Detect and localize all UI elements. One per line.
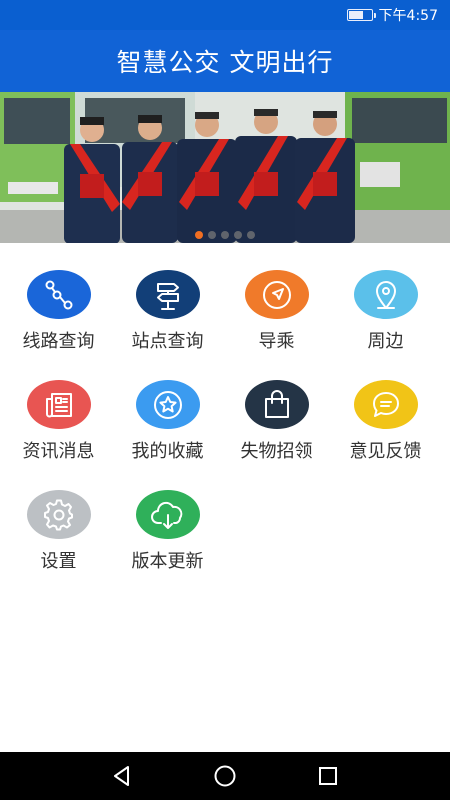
menu-item-news[interactable]: 资讯消息 <box>4 353 113 463</box>
menu-item-signpost[interactable]: 站点查询 <box>113 243 222 353</box>
carousel-dot <box>221 231 229 239</box>
menu-item-label: 版本更新 <box>131 551 204 572</box>
app-header: 智慧公交 文明出行 <box>0 30 450 92</box>
menu-item-label: 线路查询 <box>22 331 95 352</box>
menu-item-gear[interactable]: 设置 <box>4 463 113 573</box>
menu-item-cloud-download[interactable]: 版本更新 <box>113 463 222 573</box>
carousel-dot <box>234 231 242 239</box>
carousel-dot <box>208 231 216 239</box>
signpost-icon <box>135 270 200 319</box>
menu-item-compass[interactable]: 导乘 <box>222 243 331 353</box>
gear-icon <box>26 490 91 539</box>
banner-carousel[interactable] <box>0 92 450 243</box>
menu-item-location-pin[interactable]: 周边 <box>331 243 440 353</box>
system-nav-bar <box>0 752 450 800</box>
menu-item-chat[interactable]: 意见反馈 <box>331 353 440 463</box>
menu-item-bag[interactable]: 失物招领 <box>222 353 331 463</box>
menu-grid: 线路查询 站点查询 导乘 周边资讯消息 我的收藏 失物招领 意见反馈设置 版本更新 <box>0 243 450 573</box>
chat-icon <box>353 380 418 429</box>
carousel-dot <box>195 231 203 239</box>
menu-item-label: 资讯消息 <box>22 441 95 462</box>
cloud-download-icon <box>135 490 200 539</box>
star-icon <box>135 380 200 429</box>
menu-item-label: 失物招领 <box>240 441 313 462</box>
status-bar: 下午4:57 <box>0 0 450 30</box>
menu-item-label: 意见反馈 <box>349 441 422 462</box>
page-title: 智慧公交 文明出行 <box>116 48 334 77</box>
menu-item-label: 导乘 <box>258 331 295 352</box>
carousel-dot <box>247 231 255 239</box>
route-icon <box>26 270 91 319</box>
menu-item-label: 我的收藏 <box>131 441 204 462</box>
banner-image <box>0 92 450 243</box>
compass-icon <box>244 270 309 319</box>
menu-item-star[interactable]: 我的收藏 <box>113 353 222 463</box>
location-pin-icon <box>353 270 418 319</box>
menu-item-route[interactable]: 线路查询 <box>4 243 113 353</box>
back-icon[interactable] <box>107 761 137 791</box>
recent-apps-icon[interactable] <box>313 761 343 791</box>
news-icon <box>26 380 91 429</box>
home-icon[interactable] <box>210 761 240 791</box>
menu-item-label: 站点查询 <box>131 331 204 352</box>
status-time: 下午4:57 <box>378 8 438 24</box>
menu-item-label: 周边 <box>367 331 404 352</box>
carousel-indicator <box>0 231 450 239</box>
bag-icon <box>244 380 309 429</box>
battery-icon <box>346 9 376 21</box>
menu-item-label: 设置 <box>40 551 77 572</box>
